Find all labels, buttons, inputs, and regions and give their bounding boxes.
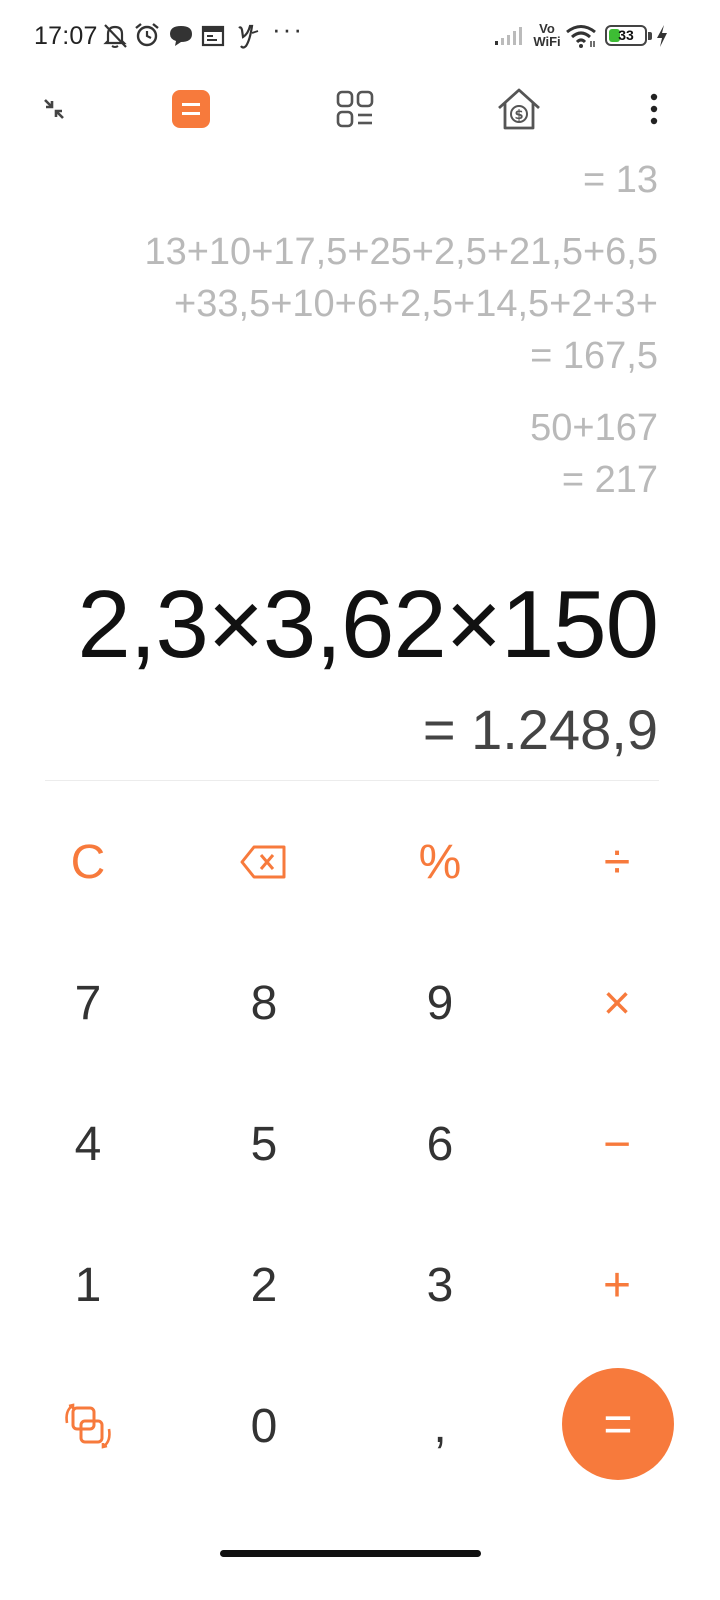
wifi-icon	[566, 25, 596, 48]
more-menu-button[interactable]	[630, 85, 678, 133]
backspace-icon	[240, 845, 286, 879]
converter-tab[interactable]	[331, 85, 379, 133]
history-line: 50+167	[530, 407, 658, 449]
mortgage-icon: $	[498, 88, 540, 130]
converter-grid-icon	[336, 90, 374, 128]
multiply-button[interactable]: ×	[557, 953, 677, 1053]
digit-2-button[interactable]: 2	[204, 1235, 324, 1335]
digit-3-button[interactable]: 3	[380, 1235, 500, 1335]
calculator-icon	[172, 90, 210, 128]
status-bar: 17:07 ··· Vo WiFi 33	[0, 0, 720, 72]
more-menu-icon	[650, 93, 658, 125]
battery-tip	[648, 32, 652, 40]
collapse-button[interactable]	[30, 85, 78, 133]
minus-button[interactable]: −	[557, 1094, 677, 1194]
status-overflow: ···	[272, 14, 304, 44]
calculator-tab[interactable]	[167, 85, 215, 133]
signal-icon	[495, 27, 522, 45]
history-line: 13+10+17,5+25+2,5+21,5+6,5	[144, 231, 658, 273]
divider	[45, 780, 659, 781]
digit-9-button[interactable]: 9	[380, 953, 500, 1053]
mute-bell-icon	[103, 24, 127, 48]
digit-8-button[interactable]: 8	[204, 953, 324, 1053]
plus-button[interactable]: +	[557, 1235, 677, 1335]
history-line: = 167,5	[530, 335, 658, 377]
charging-icon	[657, 25, 667, 47]
swap-mode-icon	[65, 1403, 111, 1449]
digit-1-button[interactable]: 1	[28, 1235, 148, 1335]
result-display[interactable]: = 1.248,9	[423, 700, 658, 760]
digit-7-button[interactable]: 7	[28, 953, 148, 1053]
svg-text:$: $	[514, 108, 523, 123]
history-line: = 13	[582, 159, 658, 201]
percent-button[interactable]: %	[380, 812, 500, 912]
equals-button[interactable]: =	[562, 1368, 674, 1480]
status-time: 17:07	[34, 22, 98, 50]
divide-button[interactable]: ÷	[557, 812, 677, 912]
calendar-icon	[201, 25, 225, 47]
digit-5-button[interactable]: 5	[204, 1094, 324, 1194]
decimal-button[interactable]: ,	[380, 1376, 500, 1476]
battery-icon: 33	[605, 25, 647, 46]
clear-button[interactable]: C	[28, 812, 148, 912]
history-line: +33,5+10+6+2,5+14,5+2+3+	[174, 283, 658, 325]
history-line: = 217	[561, 459, 658, 501]
expression-display[interactable]: 2,3×3,62×150	[77, 575, 659, 675]
y-app-icon	[238, 24, 259, 49]
digit-0-button[interactable]: 0	[204, 1376, 324, 1476]
home-indicator[interactable]	[220, 1550, 481, 1557]
vowifi-label: Vo WiFi	[533, 21, 561, 49]
alarm-icon	[135, 23, 159, 47]
chat-icon	[170, 26, 192, 46]
digit-4-button[interactable]: 4	[28, 1094, 148, 1194]
battery-level: 33	[618, 27, 634, 43]
mortgage-tab[interactable]: $	[495, 85, 543, 133]
digit-6-button[interactable]: 6	[380, 1094, 500, 1194]
swap-mode-button[interactable]	[28, 1376, 148, 1476]
backspace-button[interactable]	[204, 812, 324, 912]
collapse-icon	[44, 99, 64, 119]
